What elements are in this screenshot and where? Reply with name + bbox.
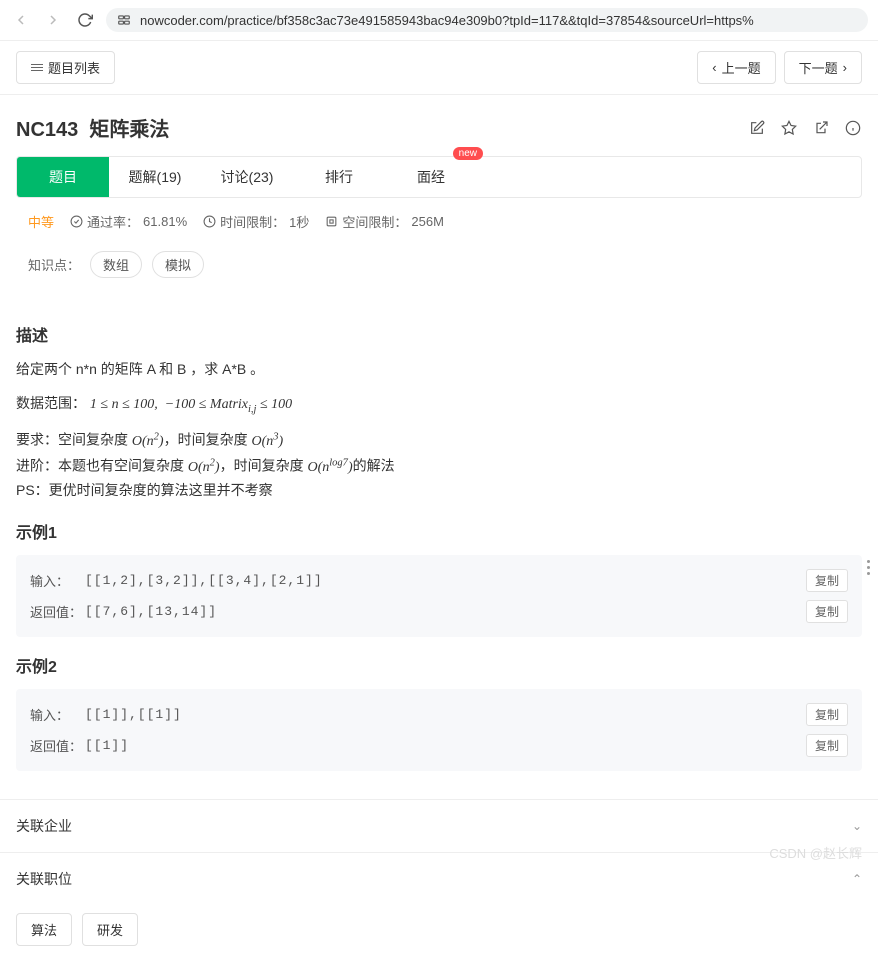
copy-button[interactable]: 复制 <box>806 703 848 726</box>
copy-button[interactable]: 复制 <box>806 569 848 592</box>
more-menu-icon[interactable] <box>863 556 874 579</box>
kp-label: 知识点： <box>28 255 80 274</box>
chevron-left-icon: ‹ <box>712 60 716 75</box>
edit-icon[interactable] <box>748 119 766 137</box>
forward-button[interactable] <box>42 9 64 31</box>
example2-output: [[1]] <box>85 738 806 753</box>
tag-dev[interactable]: 研发 <box>82 913 138 946</box>
position-tags: 算法 研发 <box>0 905 878 962</box>
example1-box: 输入： [[1,2],[3,2]],[[3,4],[2,1]] 复制 返回值： … <box>16 555 862 637</box>
chevron-up-icon: ⌃ <box>852 872 862 886</box>
clock-icon <box>203 215 216 228</box>
chevron-right-icon: › <box>843 60 847 75</box>
difficulty-label: 中等 <box>28 212 54 231</box>
share-icon[interactable] <box>812 119 830 137</box>
tab-interview[interactable]: 面经 new <box>385 157 477 197</box>
star-icon[interactable] <box>780 119 798 137</box>
check-circle-icon <box>70 215 83 228</box>
tag-array[interactable]: 数组 <box>90 251 142 278</box>
related-companies-accordion[interactable]: 关联企业 ⌄ <box>0 799 878 852</box>
problem-content: 描述 给定两个 n*n 的矩阵 A 和 B ，求 A*B 。 数据范围： 1 ≤… <box>0 294 878 799</box>
return-label: 返回值： <box>30 602 85 621</box>
chevron-down-icon: ⌄ <box>852 819 862 833</box>
refresh-button[interactable] <box>74 9 96 31</box>
copy-button[interactable]: 复制 <box>806 734 848 757</box>
problem-meta: 中等 通过率：61.81% 时间限制：1秒 空间限制：256M <box>0 198 878 245</box>
tabs: 题目 题解(19) 讨论(23) 排行 面经 new <box>16 156 862 198</box>
tag-algorithm[interactable]: 算法 <box>16 913 72 946</box>
example1-input: [[1,2],[3,2]],[[3,4],[2,1]] <box>85 573 806 588</box>
example2-box: 输入： [[1]],[[1]] 复制 返回值： [[1]] 复制 <box>16 689 862 771</box>
related-positions-accordion[interactable]: 关联职位 ⌃ <box>0 852 878 905</box>
data-range: 数据范围： 1 ≤ n ≤ 100, −100 ≤ Matrixi,j ≤ 10… <box>16 392 862 419</box>
info-icon[interactable] <box>844 119 862 137</box>
problem-list-button[interactable]: 题目列表 <box>16 51 115 84</box>
tab-problem[interactable]: 题目 <box>17 157 109 197</box>
example1-output: [[7,6],[13,14]] <box>85 604 806 619</box>
requirements: 要求：空间复杂度 O(n2)，时间复杂度 O(n3) 进阶：本题也有空间复杂度 … <box>16 428 862 503</box>
back-button[interactable] <box>10 9 32 31</box>
new-badge: new <box>453 147 483 160</box>
browser-toolbar: nowcoder.com/practice/bf358c3ac73e491585… <box>0 0 878 41</box>
list-icon <box>31 64 43 71</box>
page-title: NC143 矩阵乘法 <box>16 113 169 142</box>
tab-solutions[interactable]: 题解(19) <box>109 157 201 197</box>
input-label: 输入： <box>30 571 85 590</box>
pass-rate: 通过率：61.81% <box>70 212 187 231</box>
return-label: 返回值： <box>30 736 85 755</box>
time-limit: 时间限制：1秒 <box>203 212 309 231</box>
tag-simulation[interactable]: 模拟 <box>152 251 204 278</box>
input-label: 输入： <box>30 705 85 724</box>
description-heading: 描述 <box>16 322 862 346</box>
tab-discuss[interactable]: 讨论(23) <box>201 157 293 197</box>
page-toolbar: 题目列表 ‹ 上一题 下一题 › <box>0 41 878 95</box>
url-text: nowcoder.com/practice/bf358c3ac73e491585… <box>140 13 754 28</box>
knowledge-tags: 知识点： 数组 模拟 <box>0 245 878 294</box>
example2-input: [[1]],[[1]] <box>85 707 806 722</box>
url-bar[interactable]: nowcoder.com/practice/bf358c3ac73e491585… <box>106 8 868 32</box>
example2-heading: 示例2 <box>16 653 862 677</box>
memory-icon <box>325 215 338 228</box>
copy-button[interactable]: 复制 <box>806 600 848 623</box>
example1-heading: 示例1 <box>16 519 862 543</box>
memory-limit: 空间限制：256M <box>325 212 444 231</box>
prev-problem-button[interactable]: ‹ 上一题 <box>697 51 775 84</box>
title-row: NC143 矩阵乘法 <box>0 95 878 156</box>
tab-ranking[interactable]: 排行 <box>293 157 385 197</box>
site-settings-icon[interactable] <box>116 12 132 28</box>
next-problem-button[interactable]: 下一题 › <box>784 51 862 84</box>
description-text: 给定两个 n*n 的矩阵 A 和 B ，求 A*B 。 <box>16 358 862 382</box>
